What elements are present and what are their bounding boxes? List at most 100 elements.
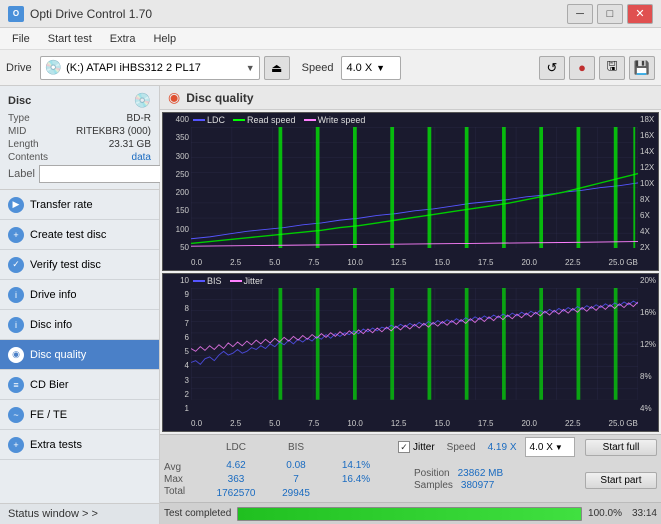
app-title: Opti Drive Control 1.70 (30, 7, 152, 21)
fe-te-icon: ~ (8, 407, 24, 423)
chart2-x-axis: 0.0 2.5 5.0 7.5 10.0 12.5 15.0 17.5 20.0… (191, 415, 638, 431)
disc-type-label: Type (8, 113, 30, 124)
speed-dropdown-value: 4.0 X (530, 442, 553, 453)
chart2-y-axis-left: 10 9 8 7 6 5 4 3 2 1 (163, 274, 191, 415)
avg-ldc: 4.62 (206, 459, 266, 472)
disc-contents-value: data (132, 152, 151, 163)
speed-value: 4.0 X (346, 62, 372, 74)
disc-mid-label: MID (8, 126, 26, 137)
sidebar-item-extra-tests[interactable]: + Extra tests (0, 430, 159, 460)
sidebar-item-create-test-disc[interactable]: + Create test disc (0, 220, 159, 250)
eject-button[interactable]: ⏏ (264, 56, 290, 80)
sidebar-label-fe-te: FE / TE (30, 409, 67, 421)
sidebar-item-disc-quality[interactable]: ◉ Disc quality (0, 340, 159, 370)
progress-bar-container (237, 507, 582, 521)
chart-bis: BIS Jitter 10 9 8 7 6 5 4 3 (162, 273, 659, 432)
sidebar-item-verify-test-disc[interactable]: ✓ Verify test disc (0, 250, 159, 280)
disc-contents-label: Contents (8, 152, 48, 163)
content-header: ◉ Disc quality (160, 86, 661, 110)
legend-ldc-label: LDC (207, 115, 225, 125)
header-jitter (326, 441, 386, 454)
max-ldc: 363 (206, 473, 266, 486)
save-button[interactable]: 🖫 (599, 56, 625, 80)
app-icon: O (8, 6, 24, 22)
sidebar-item-drive-info[interactable]: i Drive info (0, 280, 159, 310)
speed-dropdown[interactable]: 4.0 X ▼ (525, 437, 575, 457)
verify-test-disc-icon: ✓ (8, 257, 24, 273)
main-layout: Disc 💿 Type BD-R MID RITEKBR3 (000) Leng… (0, 86, 661, 524)
sidebar-item-cd-bier[interactable]: ≡ CD Bier (0, 370, 159, 400)
title-controls[interactable]: ─ □ ✕ (567, 4, 653, 24)
chart-ldc-legend: LDC Read speed Write speed (193, 115, 365, 125)
disc-length-label: Length (8, 139, 39, 150)
legend-write-speed: Write speed (304, 115, 366, 125)
create-test-disc-icon: + (8, 227, 24, 243)
bottom-row-data: Avg Max Total 4.62 0.08 14.1% 363 7 16.4… (164, 459, 657, 500)
disc-mid-row: MID RITEKBR3 (000) (8, 126, 151, 137)
sidebar-item-disc-info[interactable]: i Disc info (0, 310, 159, 340)
disc-contents-row: Contents data (8, 152, 151, 163)
disc-info-icon: i (8, 317, 24, 333)
menu-help[interactable]: Help (145, 31, 184, 47)
action-buttons: Start full (585, 439, 657, 456)
sidebar-item-fe-te[interactable]: ~ FE / TE (0, 400, 159, 430)
chart1-svg (191, 127, 638, 248)
disc-quality-icon: ◉ (8, 347, 24, 363)
disc-length-row: Length 23.31 GB (8, 139, 151, 150)
samples-value: 380977 (461, 480, 494, 491)
sidebar-status[interactable]: Status window > > (0, 503, 159, 524)
title-bar-left: O Opti Drive Control 1.70 (8, 6, 152, 22)
close-button[interactable]: ✕ (627, 4, 653, 24)
chart-bis-legend: BIS Jitter (193, 276, 263, 286)
position-label: Position (414, 468, 450, 479)
disc-panel-icon: 💿 (134, 92, 151, 109)
chart-ldc: LDC Read speed Write speed 400 350 300 (162, 112, 659, 271)
bottom-table-avg: 4.62 0.08 14.1% (206, 459, 386, 472)
drive-select[interactable]: 💿 (K:) ATAPI iHBS312 2 PL17 ▼ (40, 56, 260, 80)
status-window-label: Status window > > (8, 508, 98, 520)
menu-file[interactable]: File (4, 31, 38, 47)
start-full-button[interactable]: Start full (585, 439, 657, 456)
menu-bar: File Start test Extra Help (0, 28, 661, 50)
disc-length-value: 23.31 GB (109, 139, 151, 150)
avg-jitter: 14.1% (326, 459, 386, 472)
jitter-label: Jitter (413, 442, 435, 453)
sidebar-label-disc-quality: Disc quality (30, 349, 86, 361)
sidebar-label-extra-tests: Extra tests (30, 439, 82, 451)
record-button[interactable]: ● (569, 56, 595, 80)
speed-info: Speed 4.19 X (447, 442, 517, 453)
total-label: Total (164, 486, 202, 497)
start-part-button[interactable]: Start part (585, 472, 657, 489)
disc-label-input[interactable] (39, 165, 177, 183)
status-text: Test completed (164, 508, 231, 519)
jitter-checkbox[interactable]: ✓ (398, 441, 410, 453)
disc-panel-label: Disc (8, 95, 31, 107)
sidebar-label-create-test-disc: Create test disc (30, 229, 106, 241)
speed-dropdown-arrow: ▼ (555, 443, 563, 452)
legend-bis: BIS (193, 276, 222, 286)
save2-button[interactable]: 💾 (629, 56, 655, 80)
chart1-y-axis-right: 18X 16X 14X 12X 10X 8X 6X 4X 2X (638, 113, 658, 254)
bottom-panel: LDC BIS ✓ Jitter Speed 4.19 X 4.0 X ▼ (160, 434, 661, 502)
minimize-button[interactable]: ─ (567, 4, 593, 24)
sidebar-label-verify-test-disc: Verify test disc (30, 259, 101, 271)
jitter-check[interactable]: ✓ Jitter (398, 441, 435, 453)
total-bis: 29945 (266, 487, 326, 500)
content-header-icon: ◉ (168, 89, 180, 106)
max-label: Max (164, 474, 202, 485)
chart1-x-axis: 0.0 2.5 5.0 7.5 10.0 12.5 15.0 17.5 20.0… (191, 254, 638, 270)
progress-area: Test completed 100.0% 33:14 (160, 502, 661, 524)
menu-extra[interactable]: Extra (102, 31, 144, 47)
menu-start-test[interactable]: Start test (40, 31, 100, 47)
progress-time: 33:14 (632, 508, 657, 519)
disc-type-value: BD-R (127, 113, 151, 124)
sidebar-label-cd-bier: CD Bier (30, 379, 69, 391)
status-window-button[interactable]: Status window > > (8, 508, 151, 520)
refresh-button[interactable]: ↺ (539, 56, 565, 80)
speed-select[interactable]: 4.0 X ▼ (341, 56, 401, 80)
maximize-button[interactable]: □ (597, 4, 623, 24)
cd-bier-icon: ≡ (8, 377, 24, 393)
sidebar-item-transfer-rate[interactable]: ▶ Transfer rate (0, 190, 159, 220)
bottom-row-headers: LDC BIS ✓ Jitter Speed 4.19 X 4.0 X ▼ (164, 437, 657, 457)
speed-label: Speed (302, 62, 334, 74)
